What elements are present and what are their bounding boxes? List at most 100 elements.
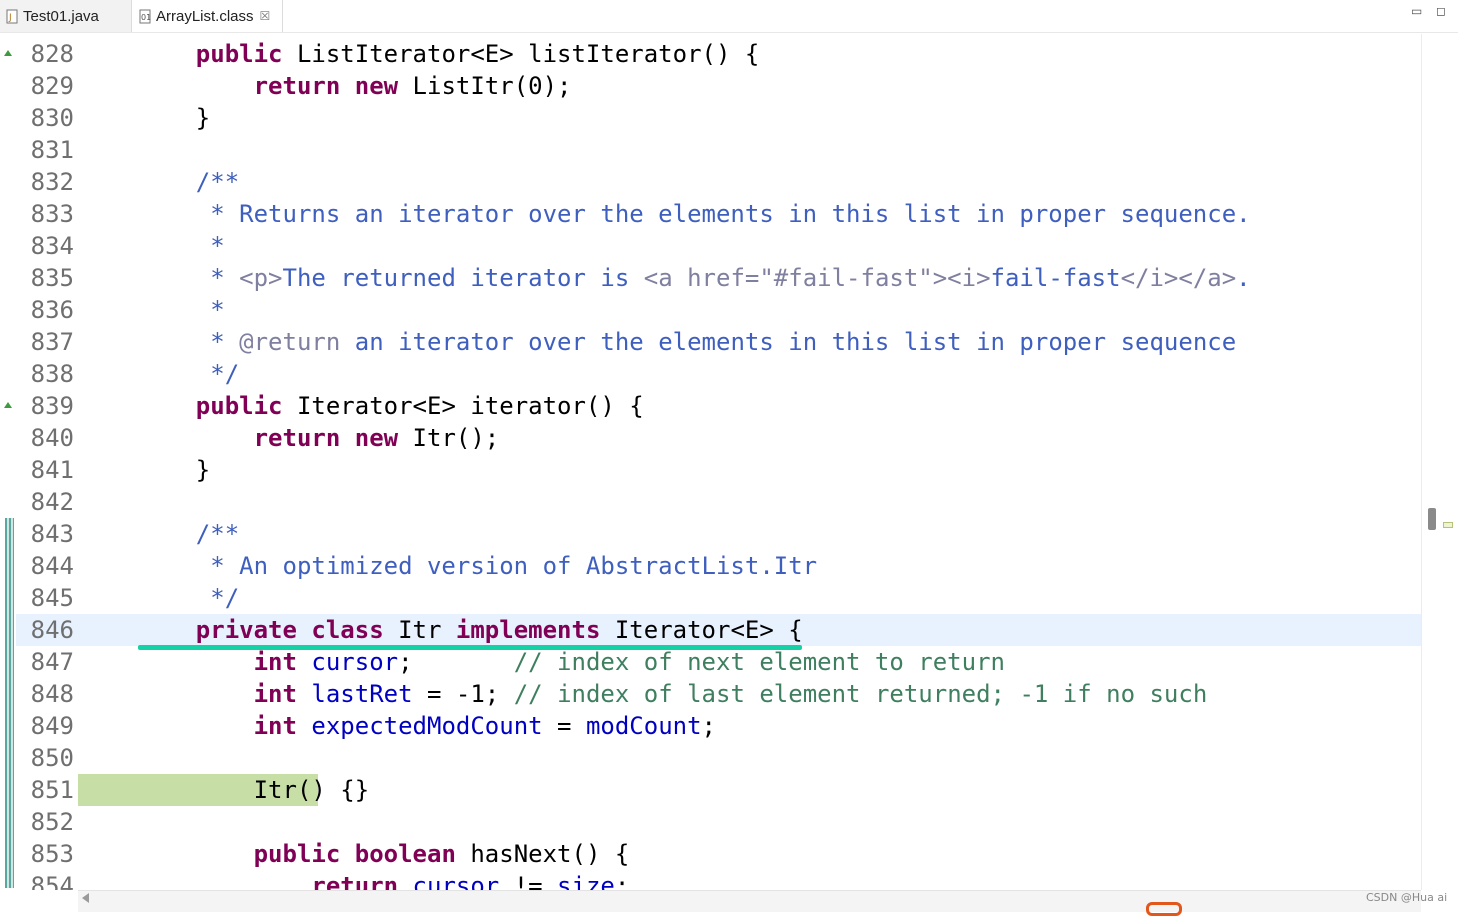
- code-token: */: [138, 584, 240, 612]
- code-line[interactable]: 848 int lastRet = -1; // index of last e…: [16, 678, 1421, 710]
- line-code: * <p>The returned iterator is <a href="#…: [138, 262, 1250, 294]
- vertical-scrollbar[interactable]: [1421, 34, 1458, 890]
- close-tab-icon[interactable]: ☒: [260, 9, 271, 23]
- line-number: 835: [30, 264, 74, 292]
- code-token: new: [354, 72, 399, 100]
- code-line[interactable]: 833 * Returns an iterator over the eleme…: [16, 198, 1421, 230]
- code-token: public: [253, 840, 341, 868]
- line-code: *: [138, 294, 225, 326]
- horizontal-scrollbar[interactable]: [78, 890, 1421, 912]
- line-code: return cursor != size;: [138, 870, 629, 890]
- code-line[interactable]: 843 /**: [16, 518, 1421, 550]
- code-line[interactable]: 837 * @return an iterator over the eleme…: [16, 326, 1421, 358]
- override-marker-icon[interactable]: [4, 50, 12, 56]
- line-number: 847: [30, 648, 74, 676]
- line-code: /**: [138, 518, 239, 550]
- code-line[interactable]: 829 return new ListItr(0);: [16, 70, 1421, 102]
- code-line[interactable]: 847 int cursor; // index of next element…: [16, 646, 1421, 678]
- code-line[interactable]: 838 */: [16, 358, 1421, 390]
- line-code: Itr() {}: [138, 774, 370, 806]
- code-token: /**: [138, 520, 240, 548]
- code-line[interactable]: 839 public Iterator<E> iterator() {: [16, 390, 1421, 422]
- code-line[interactable]: 851 Itr() {}: [16, 774, 1421, 806]
- line-number: 844: [30, 552, 74, 580]
- line-number: 850: [30, 744, 74, 772]
- code-token: hasNext() {: [455, 840, 630, 868]
- code-line[interactable]: 850: [16, 742, 1421, 774]
- code-line[interactable]: 849 int expectedModCount = modCount;: [16, 710, 1421, 742]
- code-line[interactable]: 830 }: [16, 102, 1421, 134]
- line-number: 834: [30, 232, 74, 260]
- line-number: 829: [30, 72, 74, 100]
- code-editor[interactable]: 828 public ListIterator<E> listIterator(…: [16, 34, 1421, 890]
- code-token: int: [253, 680, 297, 708]
- code-token: =: [542, 712, 586, 740]
- vertical-scroll-thumb[interactable]: [1428, 508, 1436, 530]
- code-line[interactable]: 841 }: [16, 454, 1421, 486]
- code-token: Iterator<E> {: [600, 616, 803, 644]
- scroll-left-icon[interactable]: [82, 893, 89, 903]
- code-line[interactable]: 834 *: [16, 230, 1421, 262]
- line-code: int lastRet = -1; // index of last eleme…: [138, 678, 1208, 710]
- code-token: // index of next element to return: [513, 648, 1005, 676]
- code-token: expectedModCount: [311, 712, 543, 740]
- code-line[interactable]: 852: [16, 806, 1421, 838]
- code-token: }: [138, 104, 211, 132]
- code-line[interactable]: 832 /**: [16, 166, 1421, 198]
- overview-ruler-mark[interactable]: [1443, 522, 1453, 528]
- line-number: 848: [30, 680, 74, 708]
- override-marker-icon[interactable]: [4, 402, 12, 408]
- watermark: CSDN @Hua ai: [1366, 891, 1448, 904]
- code-line[interactable]: 840 return new Itr();: [16, 422, 1421, 454]
- line-code: /**: [138, 166, 239, 198]
- code-token: new: [354, 424, 399, 452]
- tab-test01-java[interactable]: J Test01.java: [0, 0, 132, 32]
- code-token: public: [195, 40, 283, 68]
- java-file-icon: J: [6, 9, 19, 24]
- line-code: * Returns an iterator over the elements …: [138, 198, 1251, 230]
- code-line[interactable]: 844 * An optimized version of AbstractLi…: [16, 550, 1421, 582]
- code-line[interactable]: 828 public ListIterator<E> listIterator(…: [16, 38, 1421, 70]
- line-code: private class Itr implements Iterator<E>…: [138, 614, 803, 646]
- code-line[interactable]: 854 return cursor != size;: [16, 870, 1421, 890]
- code-token: * Returns an iterator over the elements …: [138, 200, 1251, 228]
- line-number: 832: [30, 168, 74, 196]
- code-token: *: [138, 264, 240, 292]
- line-code: * @return an iterator over the elements …: [138, 326, 1236, 358]
- code-line[interactable]: 845 */: [16, 582, 1421, 614]
- tab-arraylist-class[interactable]: 01 ArrayList.class ☒: [133, 0, 283, 32]
- code-token: *: [138, 296, 225, 324]
- code-line[interactable]: 835 * <p>The returned iterator is <a hre…: [16, 262, 1421, 294]
- code-token: }: [138, 456, 211, 484]
- line-code: * An optimized version of AbstractList.I…: [138, 550, 817, 582]
- code-token: </i></a>: [1120, 264, 1237, 292]
- line-code: int expectedModCount = modCount;: [138, 710, 716, 742]
- code-token: */: [138, 360, 240, 388]
- code-line[interactable]: 853 public boolean hasNext() {: [16, 838, 1421, 870]
- line-code: public boolean hasNext() {: [138, 838, 630, 870]
- code-token: = -1;: [412, 680, 514, 708]
- code-line[interactable]: 831: [16, 134, 1421, 166]
- code-line[interactable]: 842: [16, 486, 1421, 518]
- orange-overlay-shape: [1146, 902, 1182, 916]
- line-code: */: [138, 582, 239, 614]
- code-token: cursor: [412, 872, 500, 890]
- maximize-icon[interactable]: ◻: [1436, 4, 1446, 18]
- line-number: 838: [30, 360, 74, 388]
- code-line[interactable]: 846 private class Itr implements Iterato…: [16, 614, 1421, 646]
- code-token: *: [138, 232, 225, 260]
- code-token: ;: [614, 872, 630, 890]
- code-line[interactable]: 836 *: [16, 294, 1421, 326]
- line-code: *: [138, 230, 225, 262]
- code-token: return: [253, 424, 341, 452]
- code-token: Itr();: [398, 424, 500, 452]
- minimize-icon[interactable]: ▭: [1411, 4, 1422, 18]
